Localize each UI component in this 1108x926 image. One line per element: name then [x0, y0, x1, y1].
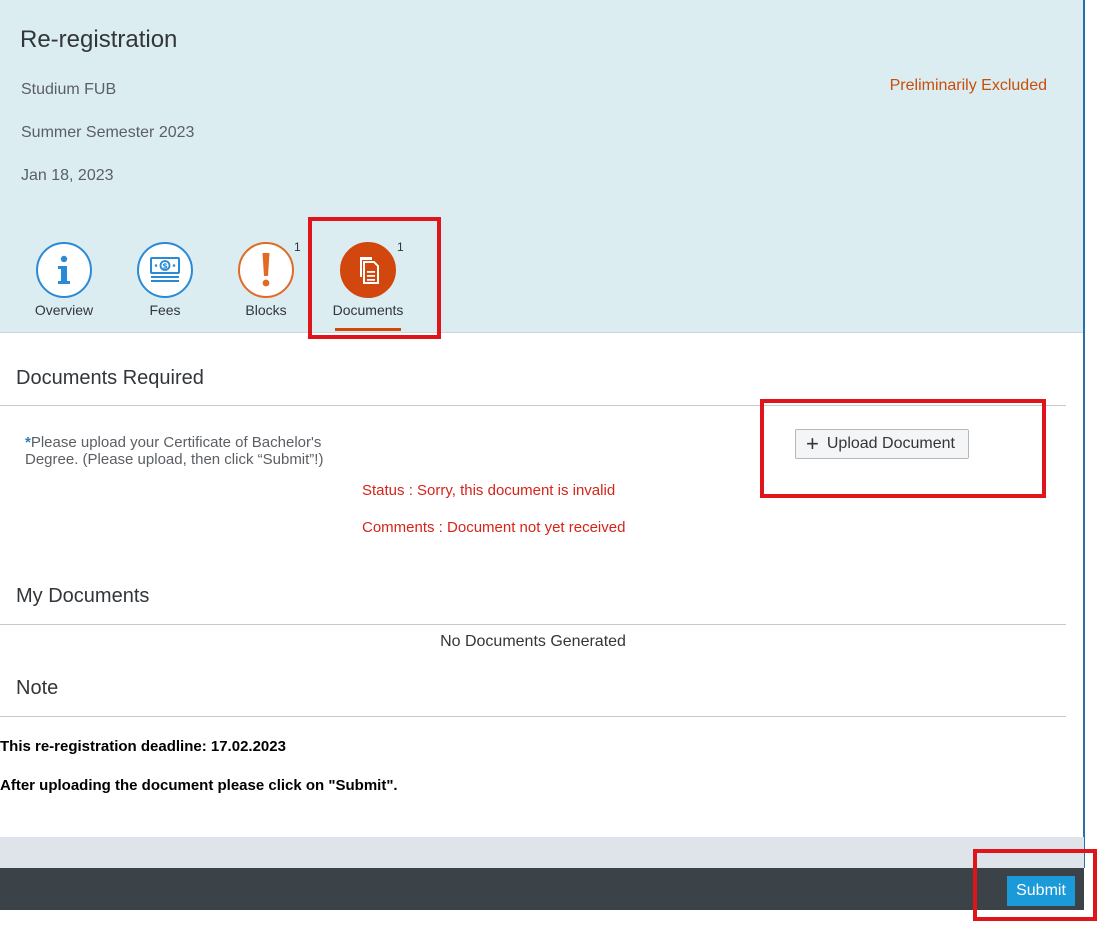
- page-right-border: [1083, 0, 1085, 868]
- section-divider: [0, 716, 1066, 717]
- exclamation-icon: [238, 242, 294, 298]
- section-divider: [0, 624, 1066, 625]
- section-title-documents-required: Documents Required: [16, 367, 204, 389]
- tab-count-badge: 1: [294, 240, 301, 254]
- program-name: Studium FUB: [21, 81, 117, 98]
- tab-documents[interactable]: 1 Documents: [323, 240, 413, 332]
- document-status: Status : Sorry, this document is invalid: [362, 482, 616, 499]
- tab-label: Blocks: [245, 302, 287, 318]
- tab-label: Documents: [332, 302, 404, 318]
- required-document-description: *Please upload your Certificate of Bache…: [25, 434, 365, 468]
- note-deadline: This re-registration deadline: 17.02.202…: [0, 738, 286, 755]
- footer-toolbar: [0, 868, 1084, 910]
- submit-button[interactable]: Submit: [1007, 876, 1075, 906]
- required-document-text: Please upload your Certificate of Bachel…: [25, 434, 324, 468]
- tab-overview[interactable]: Overview: [19, 240, 109, 332]
- tab-count-badge: 1: [397, 240, 404, 254]
- info-icon: [36, 242, 92, 298]
- money-icon: $: [137, 242, 193, 298]
- tab-label: Fees: [149, 302, 181, 318]
- section-divider: [0, 405, 1066, 406]
- tab-label: Overview: [34, 302, 94, 318]
- header-date: Jan 18, 2023: [21, 167, 114, 184]
- page-title: Re-registration: [20, 26, 178, 53]
- active-tab-indicator: [335, 328, 401, 331]
- documents-icon: [340, 242, 396, 298]
- semester-label: Summer Semester 2023: [21, 124, 195, 141]
- document-comments: Comments : Document not yet received: [362, 519, 626, 536]
- svg-text:$: $: [162, 262, 168, 271]
- tab-fees[interactable]: $ Fees: [120, 240, 210, 332]
- note-instruction: After uploading the document please clic…: [0, 777, 398, 794]
- section-title-note: Note: [16, 677, 59, 699]
- content-bottom-band: [0, 837, 1084, 869]
- plus-icon: +: [806, 431, 819, 456]
- upload-document-label: Upload Document: [826, 435, 955, 452]
- status-text: Preliminarily Excluded: [889, 77, 1047, 94]
- section-title-my-documents: My Documents: [16, 585, 150, 607]
- tab-blocks[interactable]: 1 Blocks: [221, 240, 311, 332]
- upload-document-button[interactable]: + Upload Document: [795, 429, 969, 459]
- empty-documents-message: No Documents Generated: [440, 633, 626, 650]
